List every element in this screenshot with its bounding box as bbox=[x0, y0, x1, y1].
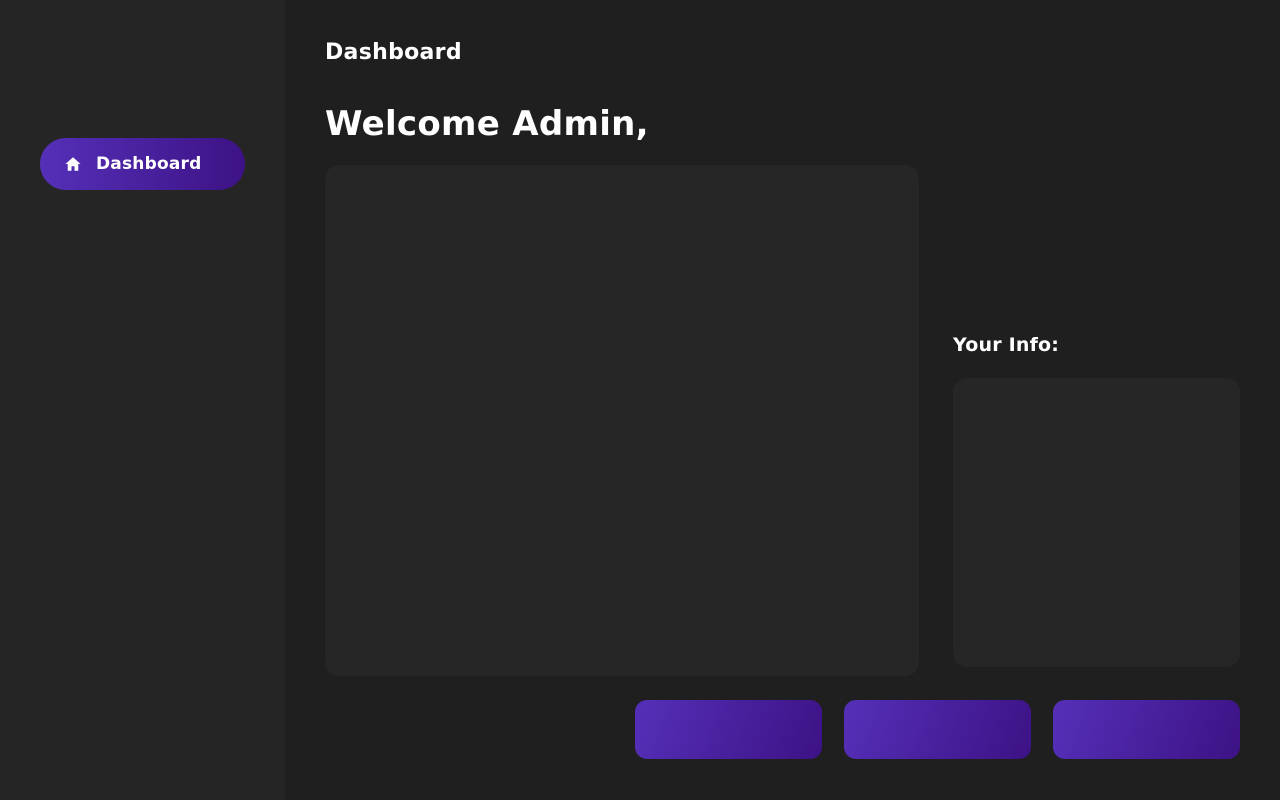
home-icon bbox=[63, 154, 83, 174]
welcome-heading: Welcome Admin, bbox=[325, 104, 649, 144]
action-button-2[interactable] bbox=[844, 700, 1031, 759]
info-card bbox=[953, 378, 1240, 667]
page-title: Dashboard bbox=[325, 40, 462, 65]
main-card bbox=[325, 165, 919, 676]
sidebar-item-dashboard[interactable]: Dashboard bbox=[40, 138, 245, 190]
action-button-3[interactable] bbox=[1053, 700, 1240, 759]
sidebar: Dashboard bbox=[0, 0, 285, 800]
action-button-1[interactable] bbox=[635, 700, 822, 759]
app-root: Dashboard Dashboard Welcome Admin, Your … bbox=[0, 0, 1280, 800]
sidebar-item-label: Dashboard bbox=[96, 154, 202, 174]
info-title: Your Info: bbox=[953, 334, 1060, 356]
